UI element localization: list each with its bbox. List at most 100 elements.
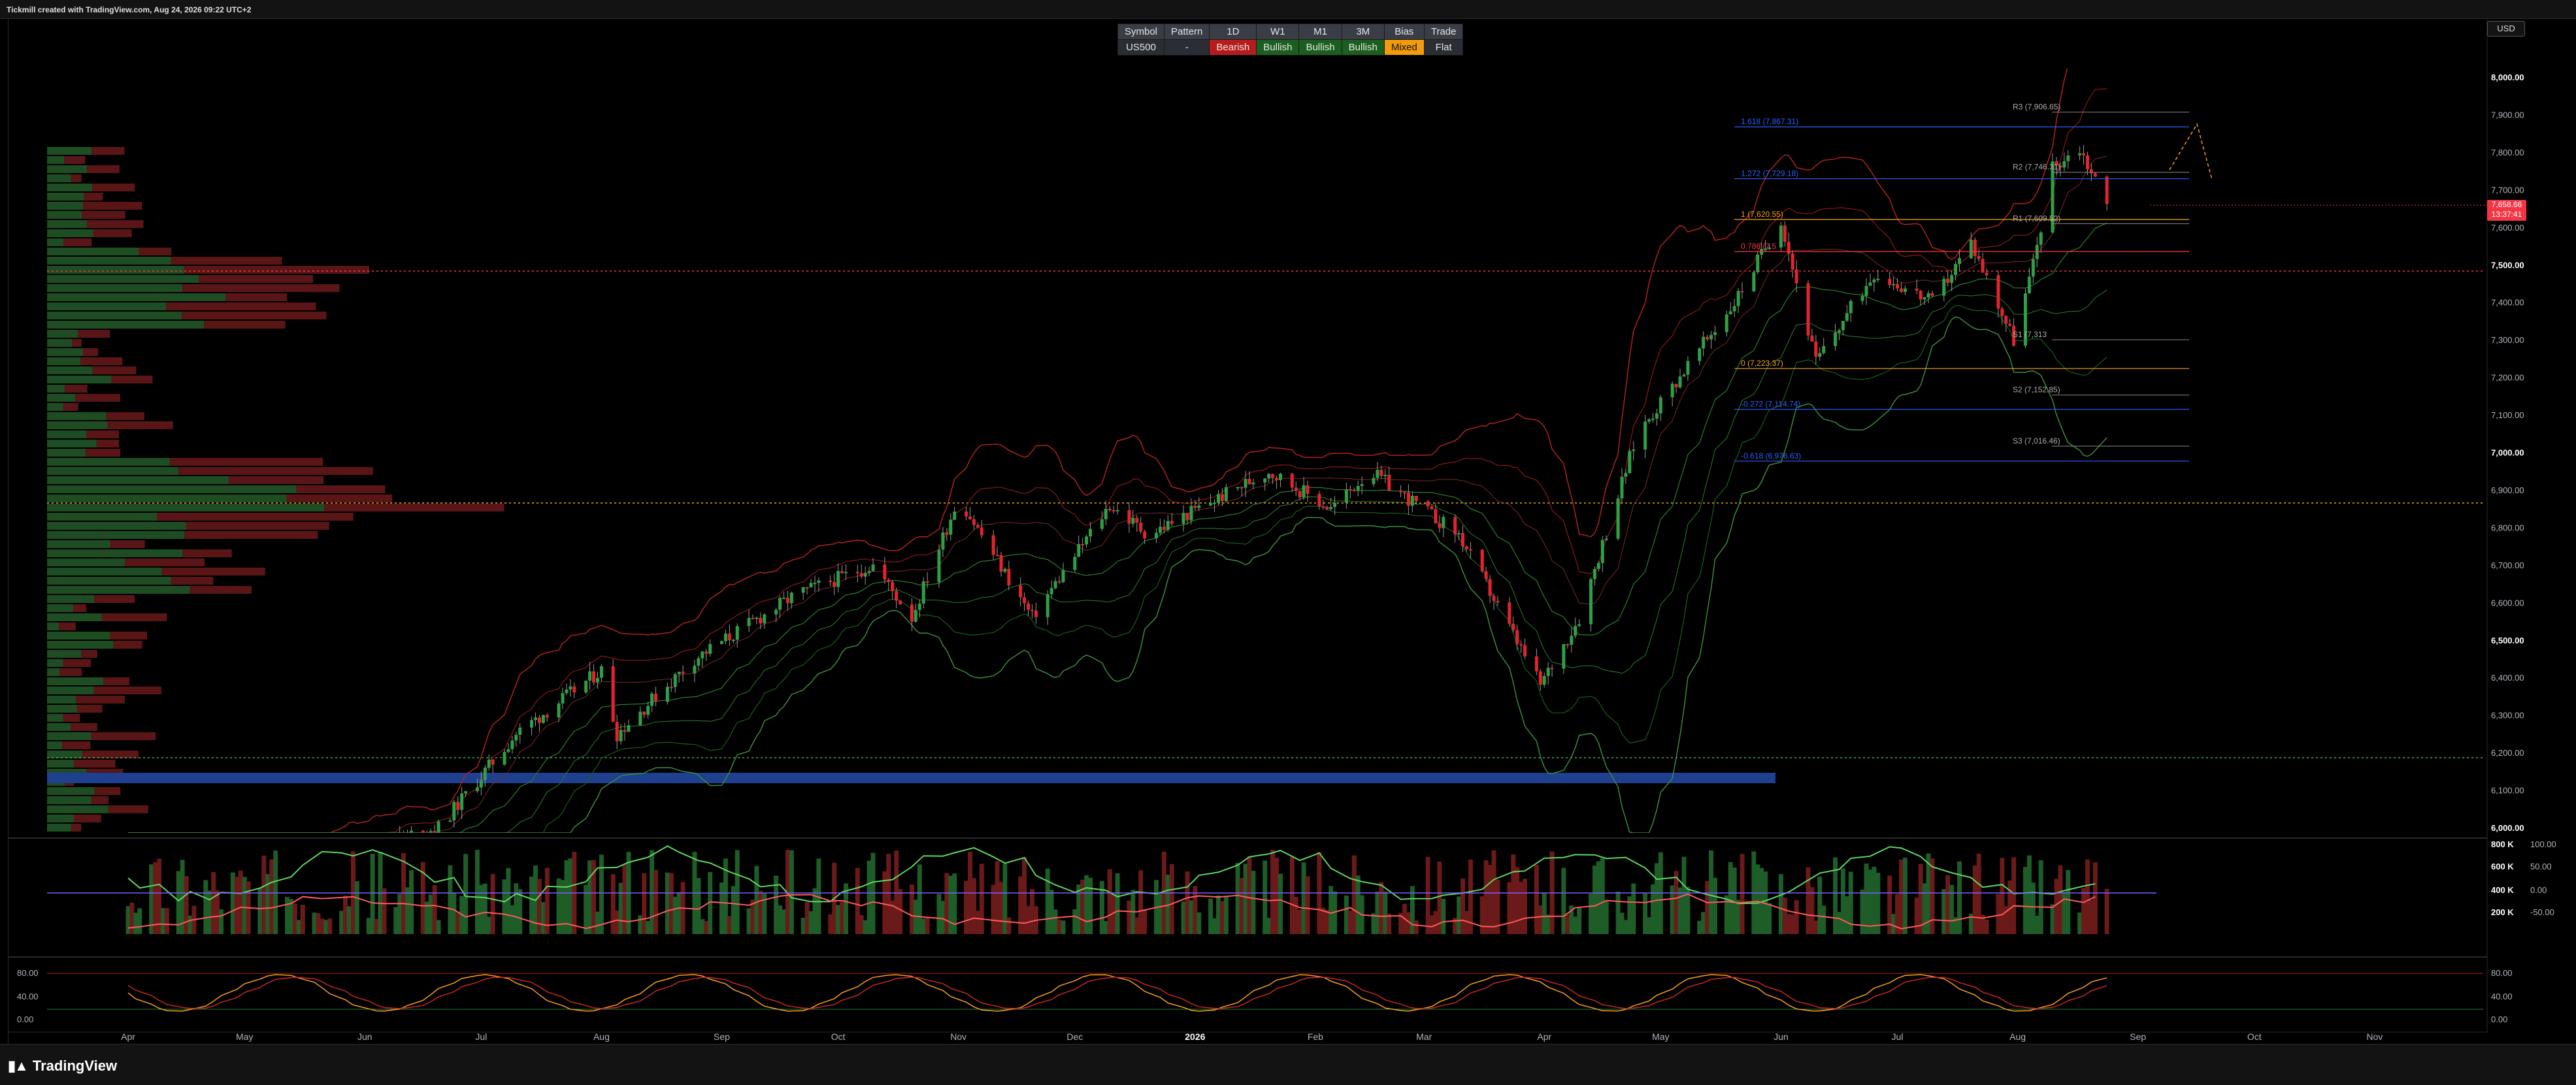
currency-button[interactable]: USD: [2487, 21, 2525, 37]
candle-body: [910, 604, 914, 622]
profile-bar-sell: [106, 412, 144, 420]
profile-bar-buy: [47, 220, 87, 228]
upper-band-inner: [128, 155, 2107, 833]
candle-body: [1085, 536, 1089, 545]
candle-body: [2027, 276, 2031, 294]
profile-bar-sell: [87, 165, 120, 173]
profile-bar-buy: [47, 321, 205, 329]
candle-body: [1158, 526, 1162, 533]
candle-body: [1127, 510, 1131, 524]
candle-body: [1985, 272, 1989, 276]
price-axis-label: 6,200.00: [2491, 748, 2524, 758]
profile-bar-buy: [47, 659, 63, 667]
last-price-flag: 7,658.66 13:37:41: [2487, 200, 2526, 221]
volume-bar: [436, 920, 441, 934]
volume-bar: [1169, 864, 1174, 934]
candle-body: [1049, 588, 1053, 594]
volume-bar: [1088, 877, 1093, 934]
candle-body: [1969, 239, 1973, 259]
volume-axis-label: 600 K: [2491, 862, 2514, 871]
candle-body: [867, 571, 871, 574]
price-axis-label: 7,100.00: [2491, 410, 2524, 420]
candle-body: [1562, 644, 1566, 669]
profile-bar-buy: [47, 613, 102, 621]
candle-body: [833, 582, 836, 587]
volume-bar: [925, 917, 930, 934]
tradingview-logo[interactable]: ▮▲ TradingView: [8, 1058, 117, 1075]
candle-body: [1977, 255, 1981, 259]
candle-body: [1849, 300, 1853, 314]
candle-body: [871, 564, 875, 572]
volume-bar: [1821, 905, 1826, 934]
upper-band-outer: [128, 69, 2068, 833]
candle-body: [899, 600, 902, 605]
profile-bar-sell: [65, 385, 88, 393]
candle-body: [2093, 173, 2097, 177]
profile-bar-buy: [47, 284, 182, 292]
candle-body: [1616, 498, 1620, 539]
candle-body: [1263, 478, 1267, 483]
candle-body: [774, 609, 778, 615]
table-cell-3m: Bullish: [1341, 39, 1385, 56]
table-cell-trade: Flat: [1423, 39, 1464, 56]
volume-bar: [735, 850, 740, 934]
table-header-pattern: Pattern: [1164, 24, 1210, 40]
time-axis-label: Aug: [593, 1031, 610, 1042]
profile-bar-buy: [47, 193, 84, 201]
candle-body: [1053, 581, 1057, 589]
volume-axis-label: 400 K: [2491, 885, 2514, 895]
volume-bar: [544, 867, 550, 934]
candle-body: [1604, 538, 1608, 540]
candle-body: [1414, 496, 1418, 502]
candle-body: [1942, 278, 1946, 296]
candle-body: [611, 666, 615, 722]
candle-body: [1492, 596, 1496, 601]
candle-body: [1089, 528, 1093, 537]
candle-body: [1348, 489, 1352, 491]
candle-body: [1356, 485, 1360, 491]
candle-body: [677, 672, 681, 675]
candle-body: [1628, 451, 1632, 474]
time-axis-label: Sep: [2130, 1031, 2146, 1042]
profile-bar-sell: [199, 275, 314, 283]
chart-canvas[interactable]: 8,000.00 7,900.00 7,800.00 7,700.00 7,600.00…: [0, 0, 2576, 1044]
fib-level-label: 1.272 (7,729.18): [1741, 169, 1798, 178]
candle-body: [1464, 546, 1468, 549]
profile-bar-buy: [47, 339, 73, 347]
profile-bar-buy: [47, 238, 64, 246]
candle-body: [189, 939, 192, 947]
profile-bar-buy: [47, 376, 112, 383]
candle-body: [1162, 526, 1166, 530]
candle-body: [1181, 513, 1185, 524]
profile-bar-buy: [47, 330, 78, 338]
profile-bar-sell: [78, 330, 110, 338]
candle-body: [759, 617, 763, 624]
candle-body: [1438, 523, 1442, 528]
profile-bar-sell: [108, 805, 148, 813]
candle-body: [1647, 419, 1651, 422]
candle-body: [1515, 630, 1519, 645]
candle-body: [1550, 668, 1554, 670]
candle-body: [289, 882, 293, 885]
price-axis-label: 6,600.00: [2491, 598, 2524, 607]
candle-body: [627, 725, 631, 732]
candle-body: [409, 830, 413, 833]
candle-body: [1193, 506, 1197, 508]
candle-body: [1678, 376, 1682, 388]
candle-body: [130, 975, 133, 981]
candle-body: [697, 658, 701, 666]
candle-body: [1632, 449, 1636, 451]
candle-body: [584, 680, 588, 693]
volume-profile: [47, 147, 504, 832]
profile-bar-buy: [47, 211, 82, 219]
profile-bar-sell: [70, 723, 97, 731]
candle-body: [1216, 494, 1220, 503]
candle-body: [1077, 543, 1081, 557]
profile-bar-sell: [71, 824, 82, 832]
volume-axis-label: 200 K: [2491, 907, 2514, 917]
candle-body: [976, 525, 980, 528]
candle-body: [316, 874, 320, 875]
profile-bar-sell: [91, 796, 109, 804]
candle-body: [1131, 517, 1135, 524]
time-axis-label: Dec: [1066, 1031, 1083, 1042]
